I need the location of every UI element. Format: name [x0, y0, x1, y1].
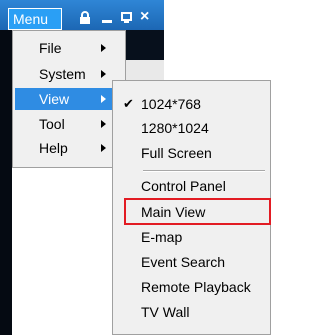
menu-button[interactable]: Menu	[8, 8, 62, 30]
view-item-1024x768[interactable]: ✔ 1024*768	[117, 93, 267, 115]
view-item-label: Event Search	[141, 254, 226, 270]
view-item-label: Control Panel	[141, 178, 226, 194]
view-item-label: Remote Playback	[141, 279, 251, 295]
menu-item-label: View	[39, 91, 70, 107]
view-item-label: 1024*768	[141, 96, 201, 112]
menu-item-label: Tool	[39, 116, 65, 132]
submenu-arrow-icon	[101, 44, 106, 52]
restore-icon[interactable]	[121, 12, 132, 23]
menu-item-system[interactable]: System	[15, 63, 123, 85]
view-item-label: TV Wall	[141, 304, 190, 320]
view-item-control-panel[interactable]: Control Panel	[117, 175, 267, 197]
view-item-e-map[interactable]: E-map	[117, 226, 267, 248]
menu-separator	[143, 170, 265, 172]
menu-item-label: System	[39, 66, 86, 82]
view-item-label: 1280*1024	[141, 120, 209, 136]
view-item-tv-wall[interactable]: TV Wall	[117, 301, 267, 323]
submenu-arrow-icon	[101, 144, 106, 152]
menu-item-label: File	[39, 40, 62, 56]
view-item-event-search[interactable]: Event Search	[117, 251, 267, 273]
view-item-label: E-map	[141, 229, 183, 245]
lock-icon[interactable]	[79, 11, 91, 24]
app-background	[0, 30, 12, 335]
menu-item-label: Help	[39, 140, 68, 156]
highlight-box	[124, 198, 271, 225]
menu-item-view[interactable]: View	[15, 88, 123, 110]
close-icon[interactable]: ×	[140, 8, 149, 26]
submenu-arrow-icon	[101, 120, 106, 128]
view-item-full-screen[interactable]: Full Screen	[117, 142, 267, 164]
view-item-1280x1024[interactable]: 1280*1024	[117, 117, 267, 139]
submenu-arrow-icon	[101, 70, 106, 78]
menu-item-file[interactable]: File	[15, 37, 123, 59]
view-item-label: Full Screen	[141, 145, 212, 161]
minimize-icon[interactable]	[102, 20, 112, 24]
app-background-dark	[126, 30, 164, 60]
menu-item-tool[interactable]: Tool	[15, 113, 123, 135]
menu-item-help[interactable]: Help	[15, 137, 123, 159]
view-item-remote-playback[interactable]: Remote Playback	[117, 276, 267, 298]
submenu-arrow-icon	[101, 95, 106, 103]
main-menu: File System View Tool Help	[12, 30, 126, 168]
check-icon: ✔	[123, 96, 134, 111]
